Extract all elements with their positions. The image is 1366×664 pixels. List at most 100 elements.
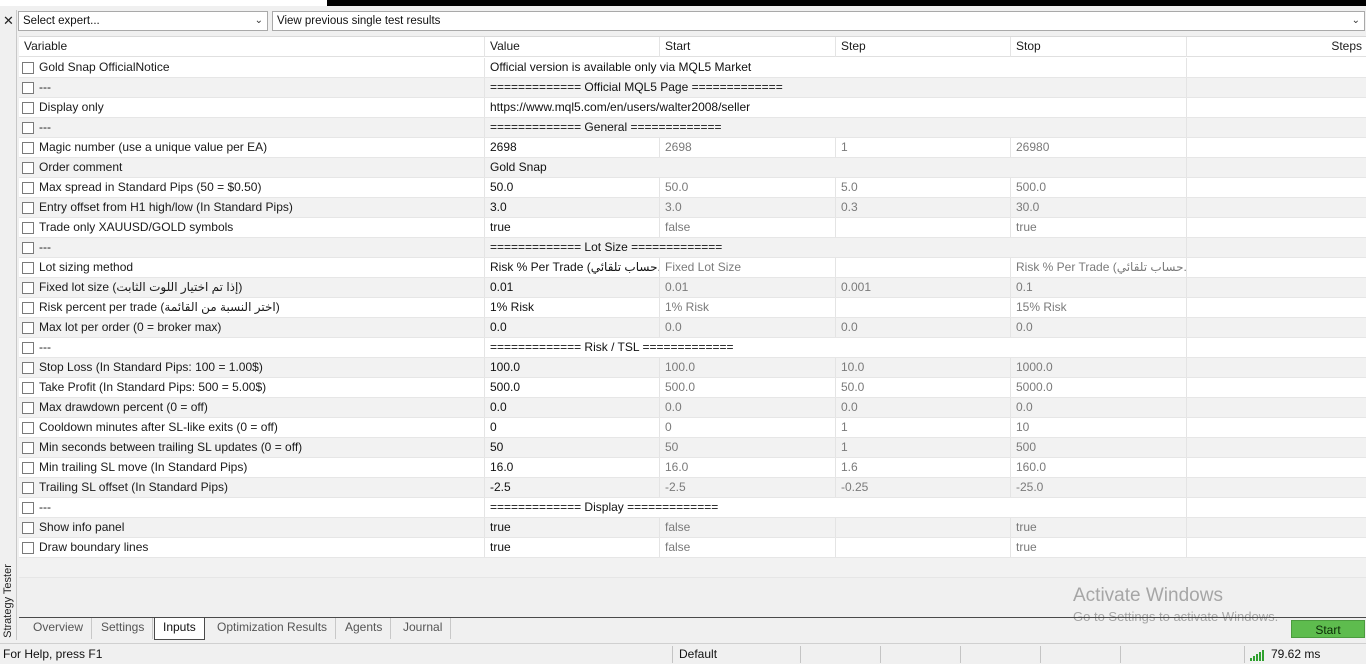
parameter-start[interactable]: 0 — [660, 418, 836, 437]
parameter-step[interactable] — [836, 258, 1011, 277]
parameter-value[interactable]: 500.0 — [485, 378, 660, 397]
parameter-start[interactable]: 50 — [660, 438, 836, 457]
parameter-step[interactable] — [836, 538, 1011, 557]
parameter-step[interactable] — [836, 298, 1011, 317]
parameter-step[interactable]: 0.001 — [836, 278, 1011, 297]
start-button[interactable]: Start — [1291, 620, 1365, 638]
parameter-step[interactable]: 1.6 — [836, 458, 1011, 477]
parameter-stop[interactable]: 0.0 — [1011, 318, 1187, 337]
table-row[interactable]: Trailing SL offset (In Standard Pips) -2.… — [19, 478, 1366, 498]
parameter-step[interactable]: 0.0 — [836, 318, 1011, 337]
parameter-value[interactable]: Gold Snap — [485, 158, 1187, 177]
tab-overview[interactable]: Overview — [25, 618, 93, 639]
tab-agents[interactable]: Agents — [337, 618, 392, 639]
table-row[interactable]: Max lot per order (0 = broker max) 0.0 0.0… — [19, 318, 1366, 338]
parameter-stop[interactable]: true — [1011, 518, 1187, 537]
col-header-steps[interactable]: Steps — [1187, 37, 1366, 57]
parameter-value[interactable]: true — [485, 518, 660, 537]
parameter-start[interactable]: 500.0 — [660, 378, 836, 397]
parameter-stop[interactable]: 160.0 — [1011, 458, 1187, 477]
parameter-start[interactable]: 50.0 — [660, 178, 836, 197]
parameter-value[interactable]: true — [485, 538, 660, 557]
tab-optimization-results[interactable]: Optimization Results — [209, 618, 337, 639]
parameter-value[interactable]: 50.0 — [485, 178, 660, 197]
parameter-value[interactable]: 50 — [485, 438, 660, 457]
parameter-stop[interactable]: 15% Risk — [1011, 298, 1187, 317]
parameter-value[interactable]: -2.5 — [485, 478, 660, 497]
parameter-value[interactable]: true — [485, 218, 660, 237]
parameter-value[interactable]: Official version is available only via M… — [485, 58, 1187, 77]
parameter-value[interactable]: 16.0 — [485, 458, 660, 477]
parameter-value[interactable]: 2698 — [485, 138, 660, 157]
parameter-step[interactable]: 0.3 — [836, 198, 1011, 217]
table-row[interactable]: Min trailing SL move (In Standard Pips) 1… — [19, 458, 1366, 478]
parameter-value[interactable]: ============= General ============= — [485, 118, 1187, 137]
parameter-value[interactable]: 0.0 — [485, 318, 660, 337]
parameter-value[interactable]: ============= Official MQL5 Page =======… — [485, 78, 1187, 97]
table-row[interactable]: Cooldown minutes after SL-like exits (0 … — [19, 418, 1366, 438]
parameter-value[interactable]: Risk % Per Trade (حساب تلقائي... — [485, 258, 660, 277]
parameter-stop[interactable]: 0.1 — [1011, 278, 1187, 297]
parameter-start[interactable]: 3.0 — [660, 198, 836, 217]
parameter-step[interactable]: 1 — [836, 418, 1011, 437]
parameter-start[interactable]: false — [660, 218, 836, 237]
table-row[interactable]: Entry offset from H1 high/low (In Standa… — [19, 198, 1366, 218]
parameter-step[interactable]: 50.0 — [836, 378, 1011, 397]
table-row[interactable]: Show info panel true false true — [19, 518, 1366, 538]
parameter-stop[interactable]: 500 — [1011, 438, 1187, 457]
close-icon[interactable]: ✕ — [3, 13, 14, 29]
table-row[interactable]: Take Profit (In Standard Pips: 500 = 5.0… — [19, 378, 1366, 398]
parameter-start[interactable]: 1% Risk — [660, 298, 836, 317]
table-row[interactable]: Trade only XAUUSD/GOLD symbols true false t… — [19, 218, 1366, 238]
parameter-value[interactable]: ============= Display ============= — [485, 498, 1187, 517]
parameter-start[interactable]: false — [660, 518, 836, 537]
table-row[interactable]: Stop Loss (In Standard Pips: 100 = 1.00$… — [19, 358, 1366, 378]
parameter-stop[interactable]: 1000.0 — [1011, 358, 1187, 377]
parameter-step[interactable]: 5.0 — [836, 178, 1011, 197]
parameter-start[interactable]: false — [660, 538, 836, 557]
table-row[interactable]: Risk percent per trade (اختر النسبة من ا… — [19, 298, 1366, 318]
parameter-start[interactable]: 0.0 — [660, 318, 836, 337]
parameter-stop[interactable]: 10 — [1011, 418, 1187, 437]
parameter-start[interactable]: 0.01 — [660, 278, 836, 297]
tab-inputs[interactable]: Inputs — [154, 618, 205, 640]
parameter-step[interactable] — [836, 518, 1011, 537]
parameter-stop[interactable]: 30.0 — [1011, 198, 1187, 217]
parameter-stop[interactable]: Risk % Per Trade (حساب تلقائي... — [1011, 258, 1187, 277]
table-row[interactable]: Display only https://www.mql5.com/en/user… — [19, 98, 1366, 118]
parameter-value[interactable]: 0 — [485, 418, 660, 437]
table-row[interactable]: Lot sizing method Risk % Per Trade (حساب … — [19, 258, 1366, 278]
parameter-value[interactable]: 1% Risk — [485, 298, 660, 317]
parameter-start[interactable]: Fixed Lot Size — [660, 258, 836, 277]
table-row[interactable]: Max spread in Standard Pips (50 = $0.50)… — [19, 178, 1366, 198]
parameter-step[interactable]: 10.0 — [836, 358, 1011, 377]
table-row[interactable]: --- ============= Risk / TSL ============… — [19, 338, 1366, 358]
table-row[interactable]: --- ============= Lot Size ============= — [19, 238, 1366, 258]
parameter-step[interactable]: 0.0 — [836, 398, 1011, 417]
parameter-stop[interactable]: 5000.0 — [1011, 378, 1187, 397]
parameter-start[interactable]: 100.0 — [660, 358, 836, 377]
parameter-value[interactable]: 100.0 — [485, 358, 660, 377]
tab-journal[interactable]: Journal — [395, 618, 452, 639]
parameter-step[interactable]: 1 — [836, 438, 1011, 457]
table-row[interactable]: Gold Snap OfficialNotice Official version… — [19, 58, 1366, 78]
parameter-stop[interactable]: -25.0 — [1011, 478, 1187, 497]
parameter-value[interactable]: ============= Lot Size ============= — [485, 238, 1187, 257]
table-row[interactable]: --- ============= Display ============= — [19, 498, 1366, 518]
col-header-step[interactable]: Step — [836, 37, 1011, 57]
parameter-value[interactable]: 3.0 — [485, 198, 660, 217]
parameter-value[interactable]: ============= Risk / TSL ============= — [485, 338, 1187, 357]
parameter-stop[interactable]: 0.0 — [1011, 398, 1187, 417]
parameter-step[interactable]: -0.25 — [836, 478, 1011, 497]
results-select[interactable]: View previous single test results ⌄ — [272, 11, 1365, 31]
parameter-value[interactable]: 0.0 — [485, 398, 660, 417]
status-profile[interactable]: Default — [679, 646, 717, 663]
col-header-stop[interactable]: Stop — [1011, 37, 1187, 57]
col-header-value[interactable]: Value — [485, 37, 660, 57]
parameter-stop[interactable]: 26980 — [1011, 138, 1187, 157]
parameter-value[interactable]: 0.01 — [485, 278, 660, 297]
tab-settings[interactable]: Settings — [93, 618, 154, 639]
col-header-variable[interactable]: Variable — [19, 37, 485, 57]
parameter-start[interactable]: 0.0 — [660, 398, 836, 417]
parameter-step[interactable]: 1 — [836, 138, 1011, 157]
